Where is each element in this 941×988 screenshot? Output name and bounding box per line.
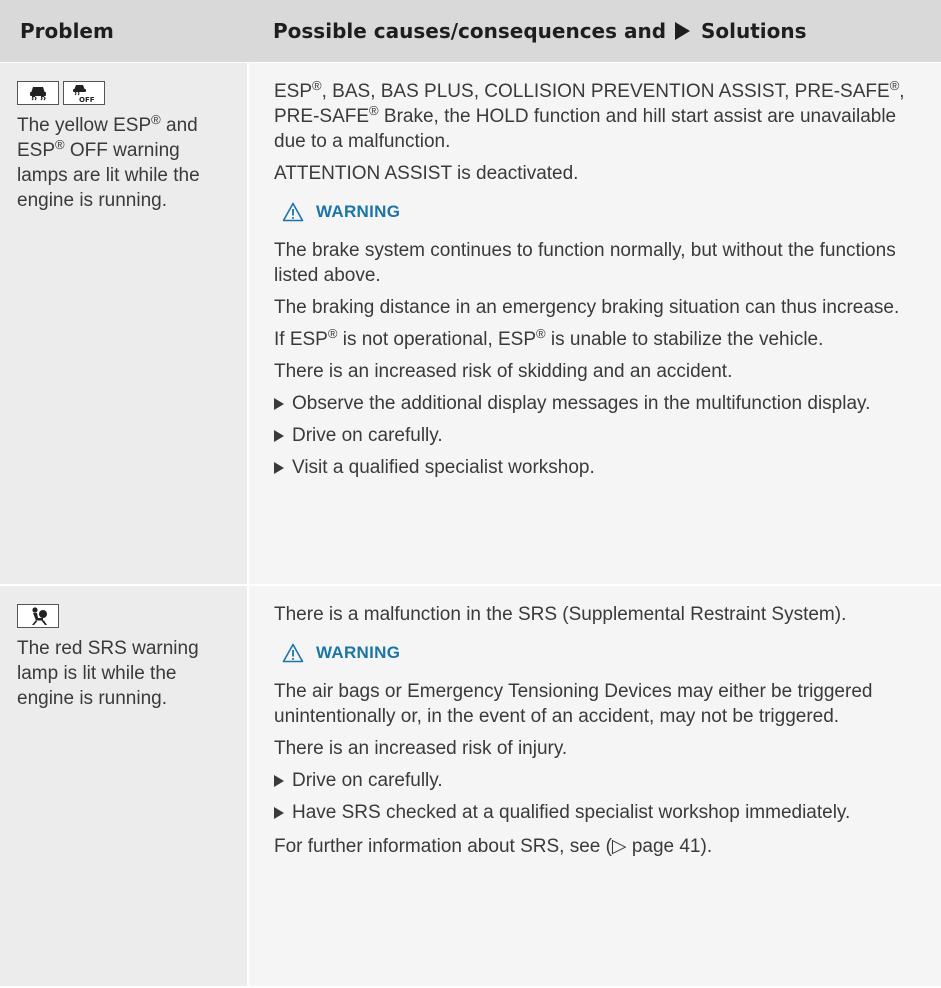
problem-cell: OFF The yellow ESP® and ESP® OFF warning…	[0, 63, 249, 584]
warning-triangle-icon	[282, 202, 304, 222]
solution-step: Visit a qualified specialist workshop.	[274, 455, 917, 480]
solution-step: Drive on carefully.	[274, 423, 917, 448]
warning-text: If ESP® is not operational, ESP® is unab…	[274, 326, 824, 350]
header-problem: Problem	[20, 19, 114, 43]
cause-text: ESP®, BAS, BAS PLUS, COLLISION PREVENTIO…	[274, 78, 905, 152]
header-solutions-label: Solutions	[700, 19, 807, 43]
cause-text-2: ATTENTION ASSIST is deactivated.	[274, 163, 579, 184]
esp-off-warning-lamp-icon: OFF	[63, 81, 105, 105]
solution-step: Observe the additional display messages …	[274, 391, 917, 416]
solution-step: Drive on carefully.	[274, 768, 917, 793]
warning-heading: WARNING	[282, 202, 917, 222]
esp-warning-lamp-icon	[17, 81, 59, 105]
solution-arrow-icon	[675, 22, 690, 40]
problem-description: The yellow ESP® and ESP® OFF warning lam…	[17, 112, 200, 211]
solution-step: Have SRS checked at a qualified speciali…	[274, 800, 917, 825]
bullet-arrow-icon	[274, 391, 292, 416]
warning-triangle-icon	[282, 643, 304, 663]
header-causes-solutions: Possible causes/consequences and Solutio…	[249, 0, 941, 62]
warning-text: The braking distance in an emergency bra…	[274, 297, 900, 318]
bullet-arrow-icon	[274, 455, 292, 480]
solution-cell: ESP®, BAS, BAS PLUS, COLLISION PREVENTIO…	[249, 63, 941, 584]
warning-text: The air bags or Emergency Tensioning Dev…	[274, 681, 873, 727]
table-row: OFF The yellow ESP® and ESP® OFF warning…	[0, 63, 941, 586]
troubleshooting-table: Problem Possible causes/consequences and…	[0, 0, 941, 988]
solution-cell: There is a malfunction in the SRS (Suppl…	[249, 586, 941, 986]
header-causes-label: Possible causes/consequences and	[273, 19, 667, 43]
bullet-arrow-icon	[274, 800, 292, 825]
warning-text: There is an increased risk of skidding a…	[274, 361, 733, 382]
problem-cell: The red SRS warning lamp is lit while th…	[0, 586, 249, 986]
warning-text: There is an increased risk of injury.	[274, 738, 568, 759]
warning-lamp-icons: OFF	[17, 81, 231, 105]
table-row: The red SRS warning lamp is lit while th…	[0, 586, 941, 988]
bullet-arrow-icon	[274, 768, 292, 793]
page-reference-link[interactable]: For further information about SRS, see (…	[274, 834, 917, 859]
table-header: Problem Possible causes/consequences and…	[0, 0, 941, 63]
bullet-arrow-icon	[274, 423, 292, 448]
warning-text: The brake system continues to function n…	[274, 240, 896, 286]
srs-warning-lamp-icon	[17, 604, 59, 628]
problem-description: The red SRS warning lamp is lit while th…	[17, 638, 199, 709]
svg-text:OFF: OFF	[79, 96, 95, 103]
warning-lamp-icons	[17, 604, 231, 628]
warning-heading: WARNING	[282, 643, 917, 663]
cause-text: There is a malfunction in the SRS (Suppl…	[274, 604, 847, 625]
